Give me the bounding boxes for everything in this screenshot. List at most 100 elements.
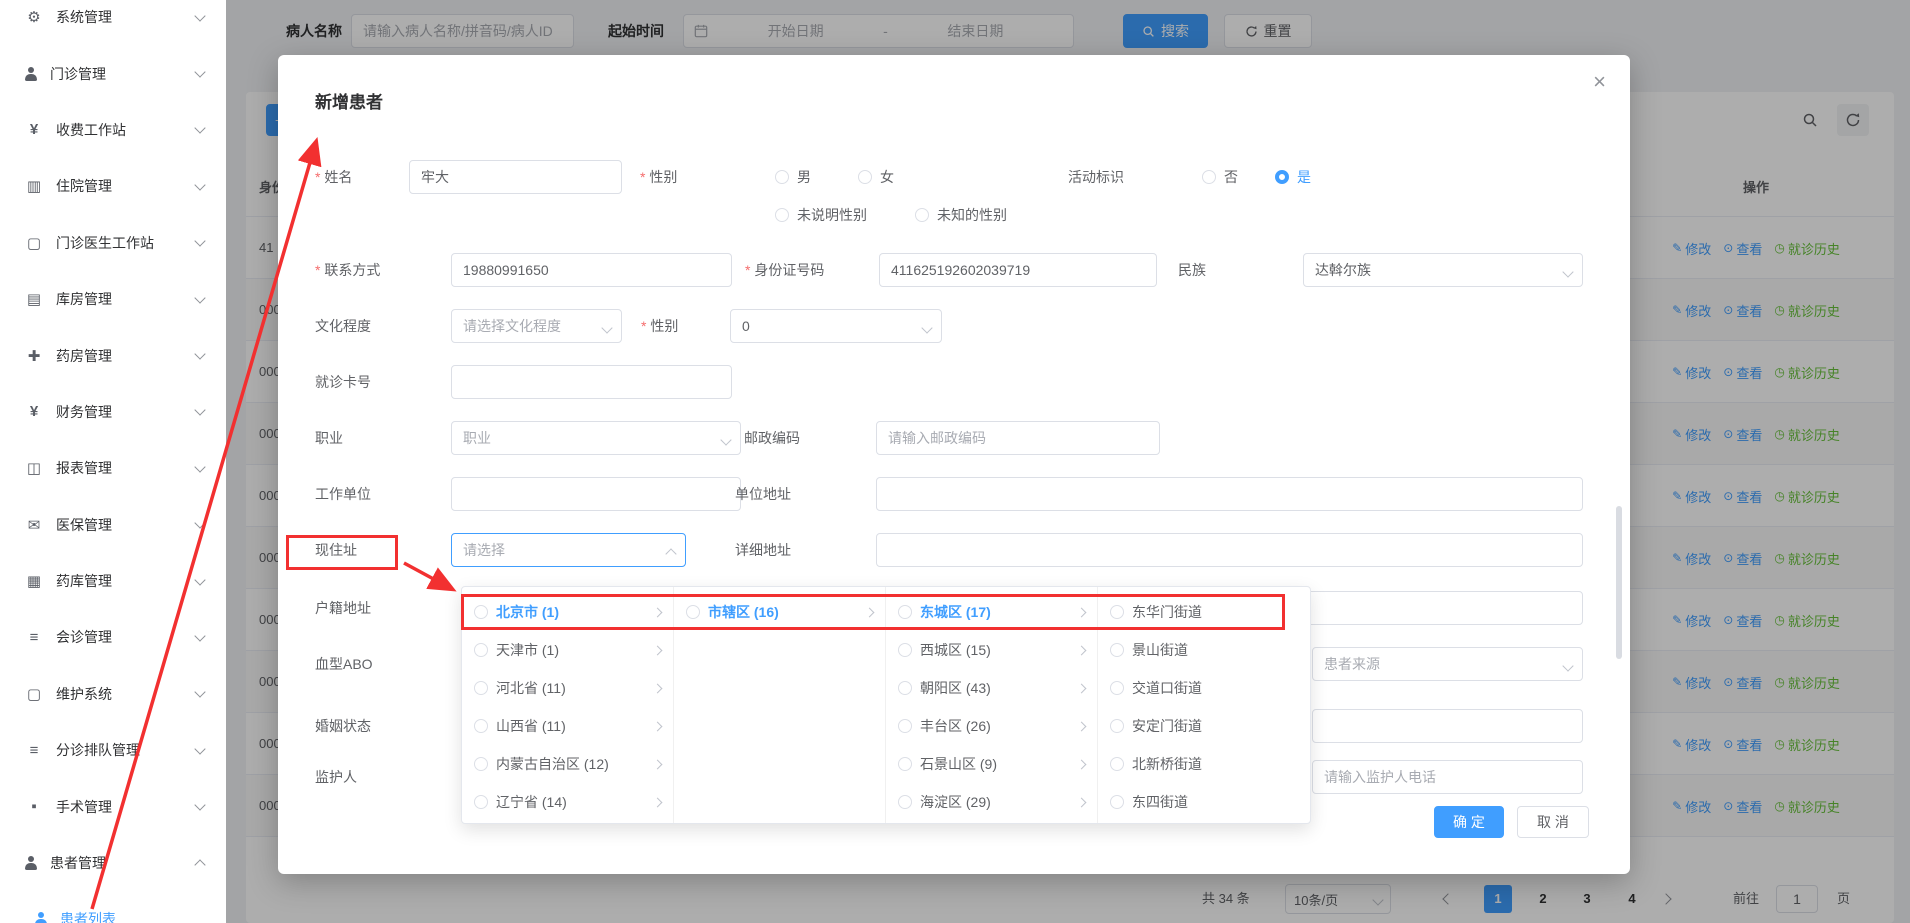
current-address-label: 现住址 (315, 533, 357, 567)
radio-label: 女 (880, 167, 894, 187)
sidebar-item-charging[interactable]: 收费工作站 (0, 102, 226, 158)
cascader-option-neimenggu[interactable]: 内蒙古自治区 (12) (462, 745, 673, 783)
radio-active-no[interactable]: 否 (1202, 160, 1238, 194)
sidebar-item-system[interactable]: 系统管理 (0, 0, 226, 45)
radio-gender-unstated[interactable]: 未说明性别 (775, 198, 867, 232)
option-label: 景山街道 (1132, 640, 1188, 660)
education-label: 文化程度 (315, 309, 371, 343)
screen: 系统管理 门诊管理 收费工作站 住院管理 门诊医生工作站 库房管理 药房管理 财… (0, 0, 1910, 923)
cascader-option-beixinqiao[interactable]: 北新桥街道 (1098, 745, 1310, 783)
chevron-right-icon (653, 608, 663, 618)
sidebar-item-outpatient[interactable]: 门诊管理 (0, 45, 226, 101)
sidebar-item-doctor-station[interactable]: 门诊医生工作站 (0, 215, 226, 271)
square-icon (24, 798, 44, 815)
sidebar-item-consultation[interactable]: 会诊管理 (0, 609, 226, 665)
radio-male[interactable]: 男 (775, 160, 811, 194)
name-input[interactable] (409, 160, 622, 194)
chevron-right-icon (1077, 722, 1087, 732)
current-address-cascader-select[interactable]: 请选择 (451, 533, 686, 567)
radio-female[interactable]: 女 (858, 160, 894, 194)
cascader-option-donghuamen[interactable]: 东华门街道 (1098, 593, 1310, 631)
cascader-option-beijing[interactable]: 北京市 (1) (462, 593, 673, 631)
postcode-input[interactable] (876, 421, 1160, 455)
sidebar-item-label: 会诊管理 (56, 627, 196, 647)
radio-gender-unknown[interactable]: 未知的性别 (915, 198, 1007, 232)
confirm-button[interactable]: 确 定 (1434, 806, 1504, 838)
radio-icon (1110, 605, 1124, 619)
cascader-option-andingmen[interactable]: 安定门街道 (1098, 707, 1310, 745)
person-icon (24, 855, 38, 871)
gender2-select[interactable]: 0 (730, 309, 942, 343)
cascader-option-dongcheng[interactable]: 东城区 (17) (886, 593, 1097, 631)
list-icon (24, 629, 44, 646)
contact-input[interactable] (451, 253, 732, 287)
select-value: 达斡尔族 (1315, 260, 1371, 280)
option-label: 海淀区 (29) (920, 792, 991, 812)
guardian-phone-input[interactable] (1312, 760, 1583, 794)
cascader-option-shanxi[interactable]: 山西省 (11) (462, 707, 673, 745)
visit-card-input[interactable] (451, 365, 732, 399)
sidebar-item-drugstore[interactable]: 药库管理 (0, 553, 226, 609)
detail-address-input[interactable] (876, 533, 1583, 567)
idcard-input[interactable] (879, 253, 1157, 287)
sidebar-item-maintenance[interactable]: 维护系统 (0, 666, 226, 722)
radio-icon (686, 605, 700, 619)
cascader-option-chaoyang[interactable]: 朝阳区 (43) (886, 669, 1097, 707)
select-placeholder: 患者来源 (1324, 654, 1380, 674)
dialog-title: 新增患者 (315, 88, 383, 113)
radio-icon (898, 681, 912, 695)
sidebar-item-report[interactable]: 报表管理 (0, 440, 226, 496)
cascader-option-jiaodaokou[interactable]: 交道口街道 (1098, 669, 1310, 707)
radio-active-yes[interactable]: 是 (1275, 160, 1311, 194)
cascader-option-liaoning[interactable]: 辽宁省 (14) (462, 783, 673, 821)
sidebar-item-patient-list[interactable]: 患者列表 (0, 891, 226, 923)
option-label: 丰台区 (26) (920, 716, 991, 736)
modal-scrollbar[interactable] (1616, 506, 1622, 659)
occupation-select[interactable]: 职业 (451, 421, 741, 455)
unit-address-input[interactable] (876, 477, 1583, 511)
cascader-option-fengtai[interactable]: 丰台区 (26) (886, 707, 1097, 745)
sidebar-item-label: 医保管理 (56, 515, 196, 535)
radio-label: 男 (797, 167, 811, 187)
cascader-option-hebei[interactable]: 河北省 (11) (462, 669, 673, 707)
cancel-button[interactable]: 取 消 (1517, 806, 1589, 838)
sidebar-item-label: 收费工作站 (56, 120, 196, 140)
sidebar-item-patient-management[interactable]: 患者管理 (0, 835, 226, 891)
mail-icon (24, 516, 44, 534)
chevron-down-icon (194, 236, 205, 247)
occupation-label: 职业 (315, 421, 343, 455)
radio-icon (474, 605, 488, 619)
sidebar-item-insurance[interactable]: 医保管理 (0, 497, 226, 553)
sidebar-item-surgery[interactable]: 手术管理 (0, 778, 226, 834)
cascader-option-xicheng[interactable]: 西城区 (15) (886, 631, 1097, 669)
close-icon[interactable]: × (1593, 71, 1606, 93)
cancel-label: 取 消 (1537, 812, 1569, 832)
workunit-input[interactable] (451, 477, 741, 511)
sidebar-item-label: 手术管理 (56, 797, 196, 817)
medical-cross-icon (24, 347, 44, 365)
sidebar-item-warehouse[interactable]: 库房管理 (0, 271, 226, 327)
patient-source-select[interactable]: 患者来源 (1312, 647, 1583, 681)
radio-icon (474, 643, 488, 657)
postcode-label: 邮政编码 (744, 421, 800, 455)
chevron-right-icon (653, 684, 663, 694)
marital-right-input[interactable] (1312, 709, 1583, 743)
radio-icon (898, 719, 912, 733)
education-select[interactable]: 请选择文化程度 (451, 309, 622, 343)
sidebar-item-triage-queue[interactable]: 分诊排队管理 (0, 722, 226, 778)
nation-select[interactable]: 达斡尔族 (1303, 253, 1583, 287)
sidebar-item-inpatient[interactable]: 住院管理 (0, 158, 226, 214)
cascader-option-dongsi[interactable]: 东四街道 (1098, 783, 1310, 821)
sidebar-item-label: 系统管理 (56, 7, 196, 27)
cascader-option-haidian[interactable]: 海淀区 (29) (886, 783, 1097, 821)
add-patient-dialog: 新增患者 × 姓名 性别 男 女 活动标识 否 是 未说明性别 未知的性别 联系… (278, 55, 1630, 874)
contact-label: 联系方式 (315, 253, 380, 287)
cascader-option-jingshan[interactable]: 景山街道 (1098, 631, 1310, 669)
cascader-option-shixiaqu[interactable]: 市辖区 (16) (674, 593, 885, 631)
cascader-option-shijingshan[interactable]: 石景山区 (9) (886, 745, 1097, 783)
radio-icon (898, 605, 912, 619)
sidebar-item-pharmacy[interactable]: 药房管理 (0, 327, 226, 383)
select-placeholder: 职业 (463, 428, 491, 448)
sidebar-item-finance[interactable]: 财务管理 (0, 384, 226, 440)
cascader-option-tianjin[interactable]: 天津市 (1) (462, 631, 673, 669)
